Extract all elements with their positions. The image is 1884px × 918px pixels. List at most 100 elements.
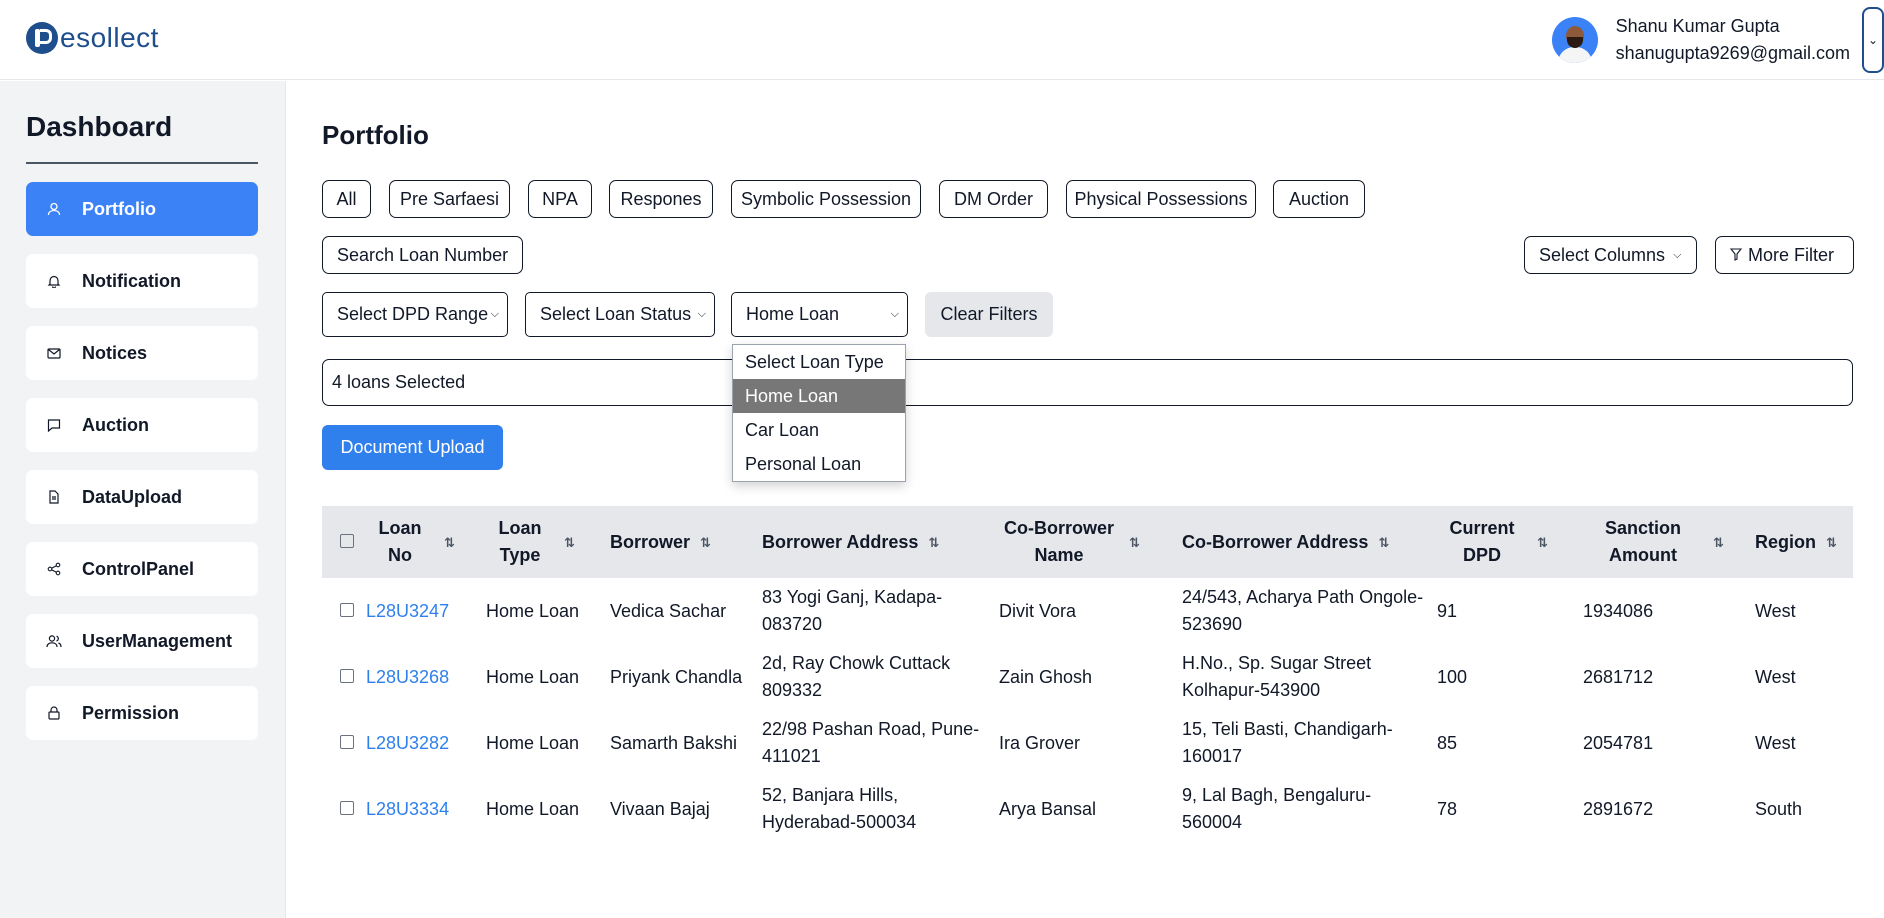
page-title: Portfolio [322, 120, 429, 150]
filter-respones[interactable]: Respones [609, 180, 713, 218]
cell-loan-type: Home Loan [486, 666, 580, 687]
filter-physical-possessions[interactable]: Physical Possessions [1066, 180, 1256, 218]
cell-current-dpd: 100 [1437, 666, 1468, 687]
sort-icon[interactable]: ⇅ [928, 529, 939, 556]
cell-co-borrower-name: Divit Vora [999, 600, 1077, 621]
cell-borrower: Priyank Chandla [610, 666, 743, 687]
clear-filters-button[interactable]: Clear Filters [925, 292, 1053, 337]
filter-symbolic-possession[interactable]: Symbolic Possession [731, 180, 921, 218]
cell-borrower: Vivaan Bajaj [610, 798, 710, 819]
logo[interactable]: esollect [26, 22, 159, 54]
chevron-down-icon: ⌵ [490, 308, 499, 320]
file-icon [42, 490, 66, 504]
loan-type-option[interactable]: Personal Loan [733, 447, 905, 481]
sidebar-item-usermanagement[interactable]: UserManagement [26, 614, 258, 668]
cell-current-dpd: 91 [1437, 600, 1458, 621]
filter-all[interactable]: All [322, 180, 371, 218]
cell-current-dpd: 78 [1437, 798, 1458, 819]
loan-number-link[interactable]: L28U3282 [366, 733, 449, 753]
sidebar-item-label: Notification [82, 270, 181, 291]
sidebar-item-label: Notices [82, 342, 148, 363]
dpd-range-value: Select DPD Range [337, 304, 489, 324]
sort-icon[interactable]: ⇅ [444, 529, 455, 556]
cell-co-borrower-address: 24/543, Acharya Path Ongole-523690 [1182, 587, 1424, 634]
column-header-current-dpd[interactable]: Current DPD ⇅ [1437, 515, 1571, 569]
filter-icon [1729, 245, 1743, 266]
sort-icon[interactable]: ⇅ [1826, 529, 1837, 556]
share-icon [42, 562, 66, 576]
cell-sanction-amount: 2681712 [1583, 666, 1654, 687]
loan-number-link[interactable]: L28U3334 [366, 799, 449, 819]
row-checkbox[interactable] [340, 734, 354, 749]
loan-type-option[interactable]: Select Loan Type [733, 345, 905, 379]
bell-icon [42, 274, 66, 288]
column-header-borrower[interactable]: Borrower ⇅ [610, 529, 750, 556]
row-checkbox[interactable] [340, 668, 354, 683]
loan-type-option[interactable]: Car Loan [733, 413, 905, 447]
filter-pre-sarfaesi[interactable]: Pre Sarfaesi [389, 180, 510, 218]
sidebar-item-portfolio[interactable]: Portfolio [26, 182, 258, 236]
user-name: Shanu Kumar Gupta [1615, 16, 1780, 36]
logo-mark-icon [26, 22, 58, 54]
more-filter-button[interactable]: More Filter [1715, 236, 1854, 274]
filter-dm-order[interactable]: DM Order [939, 180, 1048, 218]
cell-sanction-amount: 2891672 [1583, 798, 1654, 819]
chevron-down-icon: ⌵ [697, 308, 706, 320]
sidebar-item-notices[interactable]: Notices [26, 326, 258, 380]
cell-co-borrower-name: Ira Grover [999, 732, 1081, 753]
filter-auction[interactable]: Auction [1273, 180, 1365, 218]
user-icon [42, 202, 66, 216]
sort-icon[interactable]: ⇅ [1537, 529, 1548, 556]
sidebar-item-auction[interactable]: Auction [26, 398, 258, 452]
sidebar-item-label: Auction [82, 414, 149, 435]
sort-icon[interactable]: ⇅ [1713, 529, 1724, 556]
user-menu[interactable]: Shanu Kumar Gupta shanugupta9269@gmail.c… [1551, 7, 1884, 73]
table-row[interactable]: L28U3268 Home Loan Priyank Chandla 2d, R… [322, 644, 1853, 710]
loan-type-select[interactable]: Home Loan ⌵ [731, 292, 908, 337]
cell-loan-type: Home Loan [486, 798, 580, 819]
column-header-borrower-address[interactable]: Borrower Address ⇅ [762, 529, 987, 556]
table-row[interactable]: L28U3334 Home Loan Vivaan Bajaj 52, Banj… [322, 776, 1853, 842]
message-icon [42, 418, 66, 432]
sort-icon[interactable]: ⇅ [564, 529, 575, 556]
sidebar-item-label: Portfolio [82, 198, 156, 219]
sort-icon[interactable]: ⇅ [1378, 529, 1389, 556]
sort-icon[interactable]: ⇅ [1129, 529, 1140, 556]
table-row[interactable]: L28U3247 Home Loan Vedica Sachar 83 Yogi… [322, 578, 1853, 644]
avatar[interactable] [1551, 17, 1598, 63]
document-upload-button[interactable]: Document Upload [322, 425, 503, 470]
cell-borrower-address: 83 Yogi Ganj, Kadapa-083720 [762, 587, 943, 634]
column-header-region[interactable]: Region ⇅ [1755, 529, 1847, 556]
column-header-co-borrower-name[interactable]: Co-Borrower Name ⇅ [999, 515, 1170, 569]
select-all-checkbox[interactable] [340, 533, 354, 548]
filter-npa[interactable]: NPA [528, 180, 592, 218]
loan-type-option-selected[interactable]: Home Loan [733, 379, 905, 413]
loan-number-link[interactable]: L28U3268 [366, 667, 449, 687]
select-columns-button[interactable]: Select Columns ⌵ [1524, 236, 1697, 274]
loan-status-select[interactable]: Select Loan Status ⌵ [525, 292, 715, 337]
lock-icon [42, 706, 66, 720]
user-email: shanugupta9269@gmail.com [1615, 43, 1850, 63]
table-row[interactable]: L28U3282 Home Loan Samarth Bakshi 22/98 … [322, 710, 1853, 776]
sidebar-divider [26, 162, 258, 164]
column-header-co-borrower-address[interactable]: Co-Borrower Address ⇅ [1182, 529, 1425, 556]
selection-summary-input[interactable]: 4 loans Selected [322, 359, 1853, 406]
sidebar-item-controlpanel[interactable]: ControlPanel [26, 542, 258, 596]
column-header-loan-type[interactable]: Loan Type ⇅ [486, 515, 598, 569]
chevron-down-icon[interactable]: ⌄ [1862, 7, 1884, 73]
dpd-range-select[interactable]: Select DPD Range ⌵ [322, 292, 508, 337]
sidebar-title: Dashboard [26, 111, 173, 142]
users-icon [42, 634, 66, 648]
sort-icon[interactable]: ⇅ [700, 529, 711, 556]
sidebar-item-permission[interactable]: Permission [26, 686, 258, 740]
sidebar-item-dataupload[interactable]: DataUpload [26, 470, 258, 524]
column-header-sanction-amount[interactable]: Sanction Amount ⇅ [1583, 515, 1743, 569]
row-checkbox[interactable] [340, 602, 354, 617]
sidebar-item-notification[interactable]: Notification [26, 254, 258, 308]
column-header-loan-no[interactable]: Loan No ⇅ [366, 515, 474, 569]
loan-number-link[interactable]: L28U3247 [366, 601, 449, 621]
row-checkbox[interactable] [340, 800, 354, 815]
select-columns-label: Select Columns [1539, 244, 1666, 265]
search-loan-number-button[interactable]: Search Loan Number [322, 236, 524, 274]
cell-region: West [1755, 600, 1796, 621]
